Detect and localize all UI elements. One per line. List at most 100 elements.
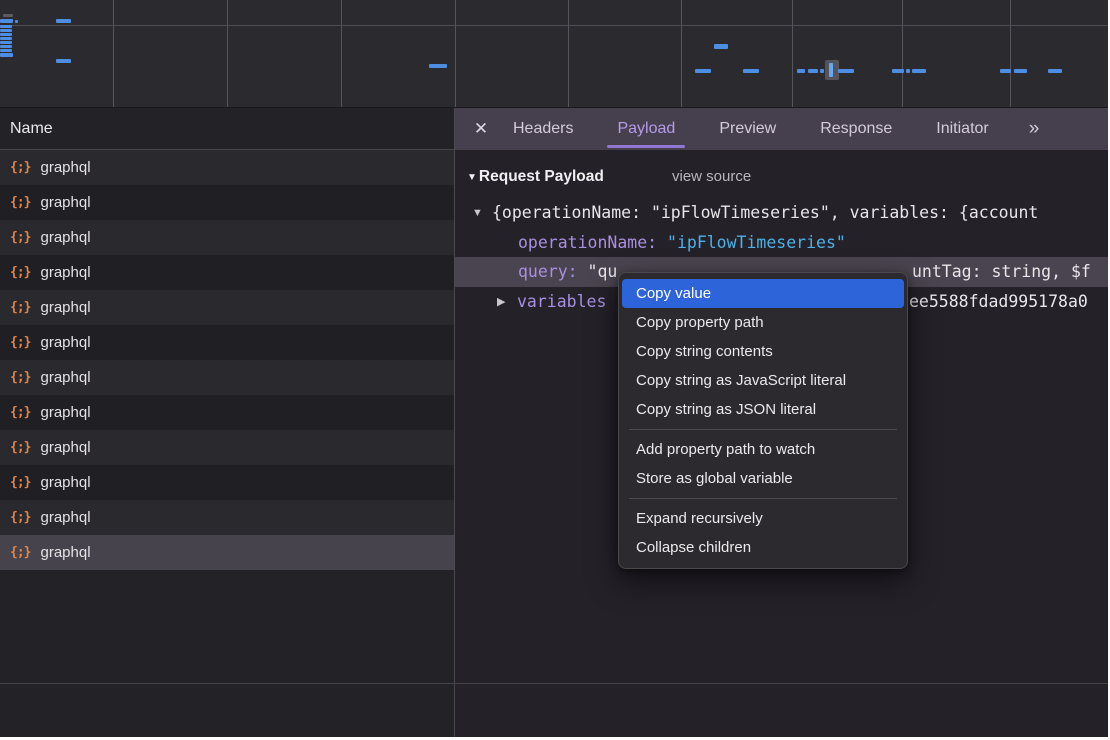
menu-separator: [629, 498, 897, 499]
menu-item-expand-recursively[interactable]: Expand recursively: [622, 504, 904, 533]
waterfall-bar: [1014, 69, 1027, 73]
request-name-label: graphql: [40, 439, 90, 456]
waterfall-bar: [838, 69, 854, 73]
tab-response[interactable]: Response: [820, 108, 892, 150]
name-column-header[interactable]: Name: [0, 108, 454, 150]
request-name-label: graphql: [40, 264, 90, 281]
section-collapse-icon[interactable]: ▼: [467, 172, 477, 183]
request-row[interactable]: {;} graphql: [0, 535, 454, 570]
request-row[interactable]: {;}graphql: [0, 325, 454, 360]
waterfall-bar: [892, 69, 904, 73]
request-row[interactable]: {;} graphql: [0, 395, 454, 430]
waterfall-bar: [906, 69, 910, 73]
request-row[interactable]: {;}graphql: [0, 290, 454, 325]
property-value-right: ee5588fdad995178a0: [909, 287, 1088, 317]
timeline-gridline: [113, 0, 114, 107]
expand-arrow-icon[interactable]: ▶: [497, 287, 505, 317]
menu-item-copy-string-as-javascript-literal[interactable]: Copy string as JavaScript literal: [622, 366, 904, 395]
request-row[interactable]: {;} graphql: [0, 500, 454, 535]
menu-item-copy-string-contents[interactable]: Copy string contents: [622, 337, 904, 366]
request-name-label: graphql: [40, 474, 90, 491]
tab-initiator[interactable]: Initiator: [936, 108, 988, 150]
json-braces-icon: {;}: [10, 265, 30, 280]
request-name-label: graphql: [40, 544, 90, 561]
json-braces-icon: {;}: [10, 370, 30, 385]
property-value: "ipFlowTimeseries": [667, 233, 846, 252]
request-name-label: graphql: [40, 334, 90, 351]
request-row[interactable]: {;}graphql: [0, 220, 454, 255]
tree-row-operation-name[interactable]: operationName: "ipFlowTimeseries": [455, 228, 1108, 258]
waterfall-bar: [820, 69, 824, 73]
timeline-gridline: [455, 0, 456, 107]
timeline-gridline: [0, 25, 1108, 26]
menu-item-collapse-children[interactable]: Collapse children: [622, 533, 904, 562]
more-tabs-icon[interactable]: »: [1029, 118, 1038, 140]
menu-item-add-property-path-to-watch[interactable]: Add property path to watch: [622, 435, 904, 464]
tab-headers[interactable]: Headers: [513, 108, 573, 150]
request-rows: {;} graphql {;} graphql {;} graphql {;} graphql…: [0, 150, 454, 570]
request-row[interactable]: {;}graphql: [0, 360, 454, 395]
json-braces-icon: {;}: [10, 545, 30, 560]
expand-arrow-icon[interactable]: ▼: [472, 198, 483, 228]
timeline-gridline: [568, 0, 569, 107]
waterfall-bar: [0, 29, 12, 32]
menu-item-copy-string-as-json-literal[interactable]: Copy string as JSON literal: [622, 395, 904, 424]
menu-separator: [629, 429, 897, 430]
request-name-label: graphql: [40, 509, 90, 526]
view-source-link[interactable]: view source: [672, 168, 751, 185]
waterfall-bar: [0, 37, 12, 40]
timeline-gridline: [227, 0, 228, 107]
request-row[interactable]: {;} graphql: [0, 465, 454, 500]
waterfall-bar: [0, 19, 13, 23]
json-braces-icon: {;}: [10, 160, 30, 175]
close-icon[interactable]: ✕: [471, 119, 491, 139]
json-braces-icon: {;}: [10, 510, 30, 525]
waterfall-bar-gray: [3, 14, 13, 17]
waterfall-bar: [1048, 69, 1062, 73]
waterfall-bar: [0, 33, 12, 36]
json-braces-icon: {;}: [10, 405, 30, 420]
timeline-gridline: [681, 0, 682, 107]
tab-payload[interactable]: Payload: [617, 108, 675, 150]
property-key: query:: [518, 262, 588, 281]
json-braces-icon: {;}: [10, 300, 30, 315]
menu-item-copy-value[interactable]: Copy value: [622, 279, 904, 308]
request-payload-section-header[interactable]: ▼Request Payload view source: [467, 168, 604, 186]
request-row[interactable]: {;} graphql: [0, 255, 454, 290]
waterfall-bar: [0, 41, 12, 44]
timeline-gridline: [1010, 0, 1011, 107]
waterfall-bar: [15, 20, 18, 23]
root-preview-text: {operationName: "ipFlowTimeseries", vari…: [492, 198, 1038, 228]
menu-item-store-as-global-variable[interactable]: Store as global variable: [622, 464, 904, 493]
json-braces-icon: {;}: [10, 475, 30, 490]
summary-divider: [0, 683, 1108, 684]
waterfall-bar: [743, 69, 759, 73]
request-name-label: graphql: [40, 159, 90, 176]
menu-item-copy-property-path[interactable]: Copy property path: [622, 308, 904, 337]
context-menu: Copy valueCopy property pathCopy string …: [618, 272, 908, 569]
timeline-gridline: [792, 0, 793, 107]
devtools-network-panel: Name {;}graphql{;}graphql{;}graphql{;}gr…: [0, 0, 1108, 737]
request-list-panel: Name {;}graphql{;}graphql{;}graphql{;}gr…: [0, 108, 454, 737]
request-name-label: graphql: [40, 404, 90, 421]
tab-preview[interactable]: Preview: [719, 108, 776, 150]
waterfall-bar: [808, 69, 818, 73]
property-value-right: untTag: string, $f: [912, 257, 1091, 287]
waterfall-bar: [829, 63, 833, 77]
property-key: operationName:: [518, 233, 667, 252]
request-row[interactable]: {;} graphql: [0, 430, 454, 465]
network-overview-timeline[interactable]: [0, 0, 1108, 108]
waterfall-bar: [429, 64, 447, 68]
waterfall-bar: [714, 44, 728, 49]
waterfall-bar: [695, 69, 711, 73]
waterfall-bar: [56, 19, 71, 23]
json-braces-icon: {;}: [10, 230, 30, 245]
waterfall-bar: [56, 59, 71, 63]
waterfall-bar: [1000, 69, 1011, 73]
json-braces-icon: {;}: [10, 440, 30, 455]
detail-tabbar: ✕ Headers Payload Preview Response Initi…: [455, 108, 1108, 150]
tree-row-root[interactable]: ▼ {operationName: "ipFlowTimeseries", va…: [455, 198, 1108, 228]
request-row[interactable]: {;} graphql: [0, 150, 454, 185]
waterfall-bar: [0, 45, 12, 48]
request-row[interactable]: {;}graphql: [0, 185, 454, 220]
